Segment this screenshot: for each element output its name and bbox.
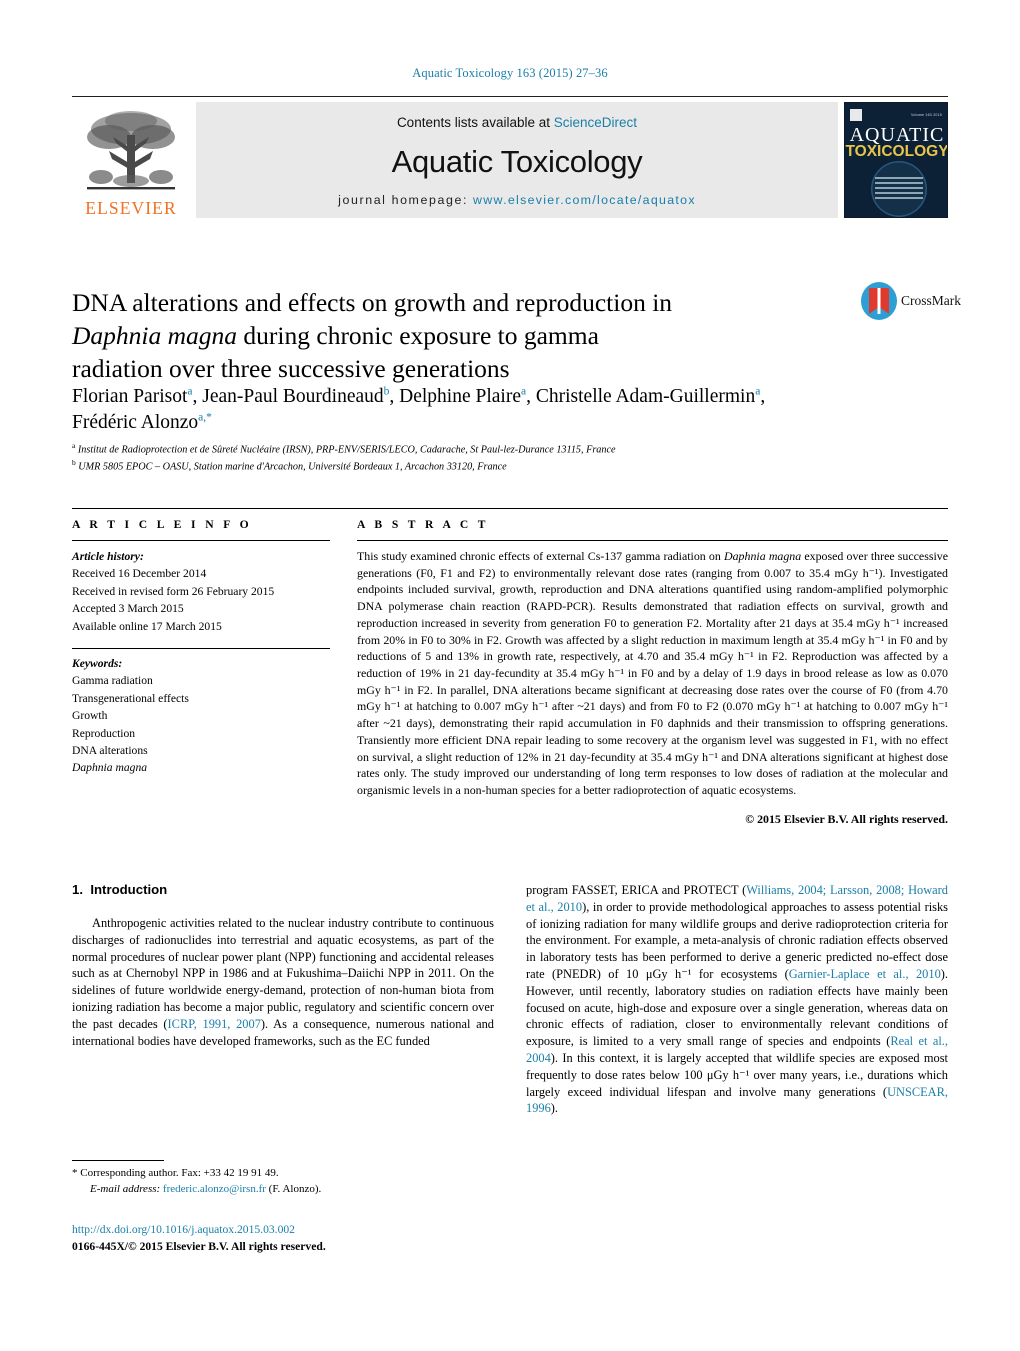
keyword-item: Growth bbox=[72, 709, 108, 723]
author-affiliation-marker: a,* bbox=[198, 411, 212, 424]
crossmark-badge[interactable]: CrossMark bbox=[861, 282, 961, 320]
author-affiliation-marker: a bbox=[187, 385, 193, 398]
footnote-rule bbox=[72, 1160, 164, 1161]
doi-link[interactable]: http://dx.doi.org/10.1016/j.aquatox.2015… bbox=[72, 1222, 532, 1239]
crossmark-label: CrossMark bbox=[901, 293, 961, 308]
section-heading-introduction: 1. Introduction bbox=[72, 882, 494, 897]
title-line-3: radiation over three successive generati… bbox=[72, 354, 510, 384]
article-history-item: Received 16 December 2014 bbox=[72, 567, 207, 581]
intro-text-part: Anthropogenic activities related to the … bbox=[72, 916, 494, 1031]
elsevier-wordmark: ELSEVIER bbox=[85, 197, 177, 218]
author-name[interactable]: Frédéric Alonzo bbox=[72, 412, 198, 433]
journal-cover-thumbnail: Volume 163 2015 AQUATIC TOXICOLOGY bbox=[844, 102, 948, 218]
doi-block: http://dx.doi.org/10.1016/j.aquatox.2015… bbox=[72, 1222, 532, 1256]
abstract-copyright: © 2015 Elsevier B.V. All rights reserved… bbox=[745, 811, 948, 826]
article-history-item: Available online 17 March 2015 bbox=[72, 619, 222, 633]
affiliation-item: b UMR 5805 EPOC – OASU, Station marine d… bbox=[72, 457, 872, 474]
intro-paragraph-left: Anthropogenic activities related to the … bbox=[72, 915, 494, 1049]
journal-masthead: ELSEVIER Contents lists available at Sci… bbox=[72, 96, 948, 218]
cover-title-line2: TOXICOLOGY bbox=[845, 143, 948, 160]
masthead-top-rule bbox=[72, 96, 948, 97]
affiliation-item: a Institut de Radioprotection et de Sûre… bbox=[72, 440, 872, 457]
title-area: DNA alterations and effects on growth an… bbox=[72, 286, 832, 385]
article-info-column: A R T I C L E I N F O Article history: R… bbox=[72, 518, 330, 827]
email-label: E-mail address: bbox=[90, 1182, 161, 1195]
email-suffix: (F. Alonzo). bbox=[265, 1182, 322, 1195]
abstract-column: A B S T R A C T This study examined chro… bbox=[330, 518, 948, 827]
contents-available-line: Contents lists available at ScienceDirec… bbox=[196, 115, 838, 130]
journal-band: Contents lists available at ScienceDirec… bbox=[196, 102, 838, 218]
citation-link[interactable]: Garnier-Laplace et al., 2010 bbox=[789, 967, 941, 981]
article-info-abstract-block: A R T I C L E I N F O Article history: R… bbox=[72, 508, 948, 827]
journal-homepage-line: journal homepage: www.elsevier.com/locat… bbox=[196, 193, 838, 207]
keyword-item: Transgenerational effects bbox=[72, 691, 189, 705]
article-history-title: Article history: bbox=[72, 550, 144, 563]
elsevier-logo: ELSEVIER bbox=[72, 102, 190, 218]
section-title: Introduction bbox=[90, 882, 168, 897]
abstract-part: exposed over three successive generation… bbox=[357, 549, 948, 798]
abstract-part: This study examined chronic effects of e… bbox=[357, 549, 725, 563]
affiliation-list: a Institut de Radioprotection et de Sûre… bbox=[72, 440, 872, 475]
page-title: DNA alterations and effects on growth an… bbox=[72, 286, 832, 385]
body-columns: 1. Introduction Anthropogenic activities… bbox=[72, 882, 948, 1117]
author-affiliation-marker: a bbox=[521, 385, 527, 398]
issn-copyright-line: 0166-445X/© 2015 Elsevier B.V. All right… bbox=[72, 1239, 326, 1253]
author-name[interactable]: Florian Parisot bbox=[72, 386, 187, 407]
keywords-rule bbox=[72, 647, 330, 649]
abstract-rule bbox=[357, 540, 948, 541]
intro-text-part: program FASSET, ERICA and PROTECT ( bbox=[526, 883, 747, 897]
homepage-url-link[interactable]: www.elsevier.com/locate/aquatox bbox=[473, 193, 696, 207]
intro-text-part: ). bbox=[550, 1101, 559, 1116]
section-number: 1. bbox=[72, 882, 83, 897]
title-species-italic: Daphnia magna bbox=[72, 321, 238, 351]
footnote-email-line: E-mail address: frederic.alonzo@irsn.fr … bbox=[72, 1182, 494, 1198]
cover-elsevier-mark-icon bbox=[850, 108, 862, 121]
affiliation-marker: b bbox=[72, 458, 76, 468]
author-list: Florian Parisota, Jean-Paul Bourdineaudb… bbox=[72, 385, 766, 434]
keyword-item: Daphnia magna bbox=[72, 761, 148, 775]
abstract-heading: A B S T R A C T bbox=[357, 518, 489, 531]
affiliation-marker: a bbox=[72, 441, 76, 450]
keyword-item: DNA alterations bbox=[72, 743, 148, 757]
author-affiliation-marker: b bbox=[383, 385, 390, 398]
affiliation-text: Institut de Radioprotection et de Sûreté… bbox=[77, 444, 616, 456]
citation-link[interactable]: ICRP, 1991, 2007 bbox=[168, 1017, 261, 1031]
running-head: Aquatic Toxicology 163 (2015) 27–36 bbox=[412, 66, 608, 80]
article-history-item: Accepted 3 March 2015 bbox=[72, 602, 184, 616]
article-info-rule bbox=[72, 540, 330, 541]
sciencedirect-link[interactable]: ScienceDirect bbox=[554, 115, 637, 130]
keywords-block: Keywords: Gamma radiation Transgeneratio… bbox=[72, 647, 330, 777]
keyword-item: Reproduction bbox=[72, 726, 136, 740]
journal-title: Aquatic Toxicology bbox=[391, 143, 643, 179]
body-column-left: 1. Introduction Anthropogenic activities… bbox=[72, 882, 494, 1117]
author-name[interactable]: Christelle Adam-Guillermin bbox=[536, 386, 755, 407]
contents-prefix: Contents lists available at bbox=[396, 115, 554, 130]
article-history-item: Received in revised form 26 February 201… bbox=[72, 584, 275, 598]
crossmark-icon bbox=[861, 282, 897, 320]
homepage-prefix: journal homepage: bbox=[338, 193, 474, 207]
title-line-1: DNA alterations and effects on growth an… bbox=[72, 288, 673, 317]
abstract-text: This study examined chronic effects of e… bbox=[357, 548, 948, 799]
body-column-right: program FASSET, ERICA and PROTECT (Willi… bbox=[526, 882, 948, 1117]
abstract-species-italic: Daphnia magna bbox=[724, 549, 802, 563]
cover-volume-label: Volume 163 2015 bbox=[911, 112, 942, 117]
article-info-heading: A R T I C L E I N F O bbox=[72, 518, 253, 531]
author-name[interactable]: Delphine Plaire bbox=[399, 386, 521, 407]
footnote-corresponding-line: * Corresponding author. Fax: +33 42 19 9… bbox=[72, 1167, 279, 1179]
cover-artwork-icon bbox=[871, 161, 927, 217]
author-name[interactable]: Jean-Paul Bourdineaud bbox=[202, 386, 383, 407]
title-line-2-rest: during chronic exposure to gamma bbox=[237, 321, 599, 351]
affiliation-text: UMR 5805 EPOC – OASU, Station marine d'A… bbox=[78, 461, 507, 473]
email-link[interactable]: frederic.alonzo@irsn.fr bbox=[163, 1183, 266, 1195]
paper-page: Aquatic Toxicology 163 (2015) 27–36 ELSE… bbox=[0, 0, 1020, 1351]
elsevier-tree-icon bbox=[87, 110, 175, 189]
corresponding-author-footnote: * Corresponding author. Fax: +33 42 19 9… bbox=[72, 1160, 494, 1198]
cover-title-line1: AQUATIC bbox=[849, 124, 945, 146]
author-affiliation-marker: a bbox=[755, 385, 761, 398]
keyword-item: Gamma radiation bbox=[72, 674, 153, 688]
cover-topbar: Volume 163 2015 bbox=[850, 108, 942, 121]
intro-text-part: ). In this context, it is largely accept… bbox=[526, 1050, 948, 1099]
keywords-title: Keywords: bbox=[72, 656, 123, 670]
intro-paragraph-right: program FASSET, ERICA and PROTECT (Willi… bbox=[526, 882, 948, 1117]
